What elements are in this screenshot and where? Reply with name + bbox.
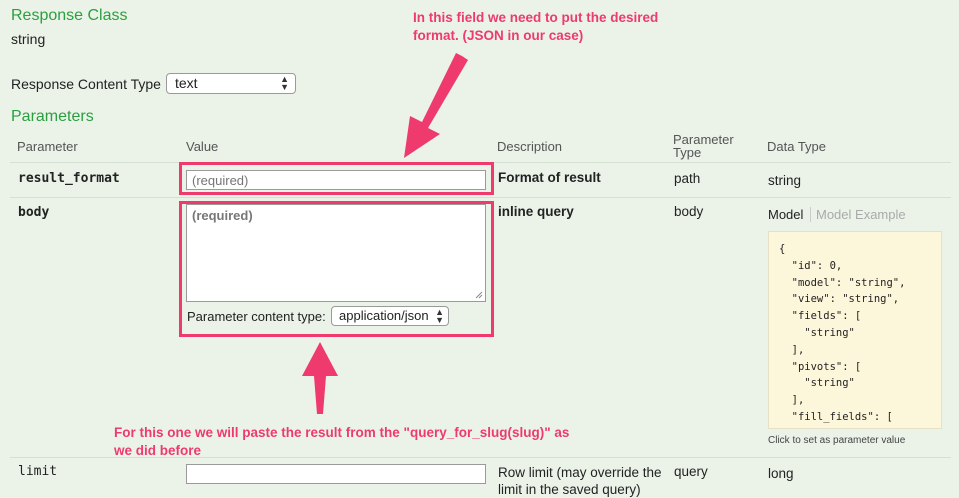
annotation-arrows (302, 53, 468, 414)
annotation-arrow-up-icon (302, 342, 338, 414)
annotation-arrow-down-icon (404, 53, 468, 158)
